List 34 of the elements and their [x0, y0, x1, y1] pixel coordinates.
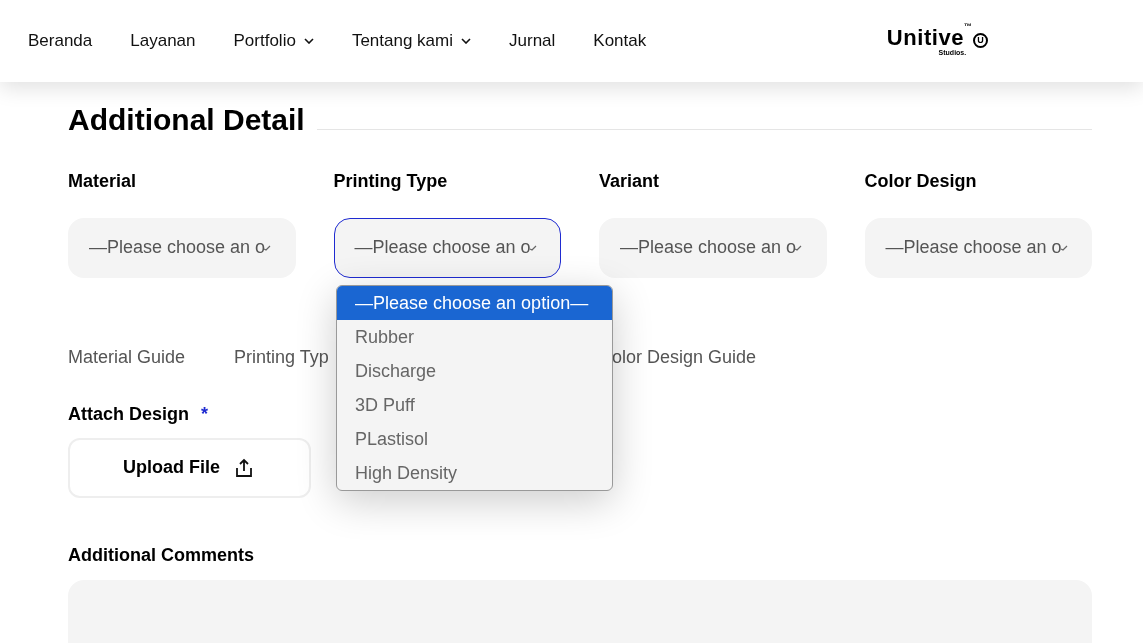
chevron-down-icon — [794, 244, 803, 251]
dropdown-option[interactable]: Rubber — [337, 320, 612, 354]
select-field[interactable]: —Please choose an o — [333, 217, 561, 278]
chevron-down-icon — [303, 38, 314, 44]
field-label: Material — [68, 169, 138, 193]
nav-link[interactable]: Layanan — [130, 28, 196, 54]
field-label: Color Design — [864, 169, 978, 193]
nav-link[interactable]: Beranda — [28, 28, 93, 54]
required-mark: * — [201, 402, 209, 426]
select-field[interactable]: —Please choose an o — [599, 217, 827, 278]
field-label: Additional Comments — [68, 543, 255, 567]
nav-link[interactable]: Jurnal — [509, 28, 556, 54]
dropdown-option[interactable]: —Please choose an option— — [337, 286, 612, 320]
chevron-down-icon — [528, 244, 537, 251]
chevron-down-icon — [263, 244, 272, 251]
section-title: Additional Detail — [68, 102, 305, 138]
dropdown-option[interactable]: Discharge — [337, 354, 612, 388]
field-label: Attach Design — [68, 402, 190, 426]
select-field[interactable]: —Please choose an o — [68, 217, 296, 278]
field-label: Printing Type — [333, 169, 449, 193]
nav-link[interactable]: Portfolio — [233, 28, 314, 54]
field-label: Variant — [599, 169, 661, 193]
guide-link[interactable]: Material Guide — [68, 343, 234, 371]
dropdown-option[interactable]: 3D Puff — [337, 388, 612, 422]
chevron-down-icon — [1059, 244, 1068, 251]
guide-link[interactable]: Printing Typ — [234, 343, 336, 371]
nav-link[interactable]: Tentang kami — [351, 28, 471, 54]
guide-link[interactable]: olor Design Guide — [612, 343, 757, 371]
nav-link[interactable]: Kontak — [593, 28, 647, 54]
dropdown-option[interactable]: PLastisol — [337, 422, 612, 456]
upload-button[interactable]: Upload File — [68, 437, 311, 498]
dropdown-option[interactable]: High Density — [337, 456, 612, 490]
select-field[interactable]: —Please choose an o — [864, 217, 1092, 278]
chevron-down-icon — [461, 38, 471, 44]
